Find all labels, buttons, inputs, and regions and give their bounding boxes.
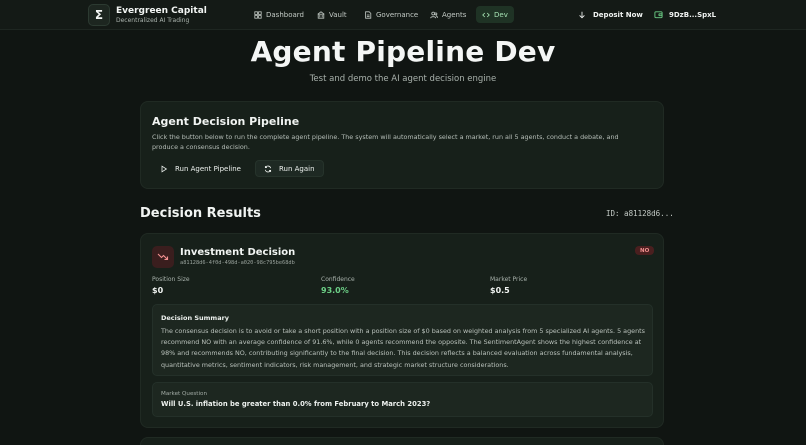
users-icon	[430, 11, 438, 18]
run-label: Run Agent Pipeline	[175, 164, 241, 173]
run-agent-pipeline-button[interactable]: Run Agent Pipeline	[152, 160, 249, 177]
results-id: ID: a81128d6...	[606, 209, 674, 218]
nav-item-dashboard[interactable]: Dashboard	[248, 6, 310, 23]
wallet-icon	[654, 11, 663, 19]
nav-label: Dashboard	[266, 10, 304, 19]
pipeline-title: Agent Decision Pipeline	[152, 115, 300, 128]
decision-card: Investment Decision a81128d6-4f0d-498d-a…	[140, 233, 664, 428]
brand-name: Evergreen Capital	[116, 6, 207, 16]
trend-down-icon	[152, 246, 174, 268]
logo-glyph: Σ	[94, 8, 104, 22]
nav-label: Agents	[442, 10, 467, 19]
wallet-address: 9DzB...SpxL	[669, 10, 717, 19]
page-title: Agent Pipeline Dev	[250, 35, 556, 68]
market-question-box: Market Question Will U.S. inflation be g…	[152, 382, 653, 417]
market-question-label: Market Question	[161, 391, 208, 397]
again-label: Run Again	[279, 164, 315, 173]
document-icon	[365, 10, 372, 19]
top-nav: Σ Evergreen Capital Decentralized AI Tra…	[0, 0, 806, 30]
market-price-value: $0.5	[490, 286, 510, 295]
logo[interactable]: Σ	[88, 4, 110, 26]
nav-item-agents[interactable]: Agents	[424, 6, 472, 23]
summary-title: Decision Summary	[161, 314, 230, 322]
deposit-button[interactable]: Deposit Now	[578, 6, 643, 23]
wallet-button[interactable]: 9DzB...SpxL	[654, 6, 716, 23]
arrow-down-icon	[579, 11, 585, 18]
deposit-label: Deposit Now	[593, 10, 643, 19]
summary-text: The consensus decision is to avoid or ta…	[161, 327, 645, 369]
play-icon	[161, 164, 168, 173]
nav-label: Governance	[376, 10, 419, 19]
confidence-value: 93.0%	[321, 286, 349, 295]
position-size-value: $0	[152, 286, 164, 295]
nav-item-dev[interactable]: Dev	[476, 6, 514, 23]
nav-label: Dev	[494, 10, 508, 19]
status-badge: NO	[635, 246, 655, 255]
decision-title: Investment Decision	[180, 247, 296, 258]
results-title: Decision Results	[140, 206, 261, 221]
grid-icon	[254, 10, 262, 19]
market-question-text: Will U.S. inflation be greater than 0.0%…	[161, 400, 431, 408]
confidence-label: Confidence	[321, 276, 355, 283]
decision-summary-box: Decision Summary The consensus decision …	[152, 304, 653, 376]
nav-item-governance[interactable]: Governance	[358, 6, 424, 23]
nav-label: Vault	[329, 10, 347, 19]
brand-subtitle: Decentralized AI Trading	[116, 17, 190, 24]
vault-icon	[317, 10, 325, 19]
pipeline-description: Click the button below to run the comple…	[152, 133, 619, 151]
position-size-label: Position Size	[152, 276, 190, 283]
run-again-button[interactable]: Run Again	[255, 160, 324, 177]
nav-item-vault[interactable]: Vault	[311, 6, 353, 23]
market-price-label: Market Price	[490, 276, 528, 283]
decision-hash: a81128d6-4f0d-498d-a020-98c795be68db	[180, 260, 295, 266]
code-icon	[482, 12, 490, 17]
page-subtitle: Test and demo the AI agent decision engi…	[309, 74, 497, 84]
refresh-icon	[264, 165, 272, 172]
next-card	[140, 437, 664, 445]
